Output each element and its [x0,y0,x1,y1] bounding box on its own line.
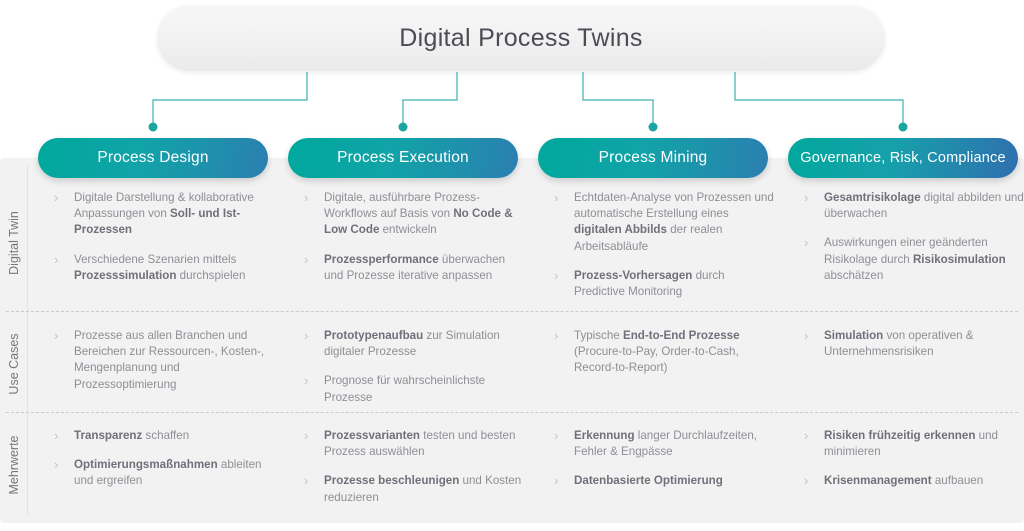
bullet-text: Gesamtrisikolage digital abbilden und üb… [824,191,1024,221]
bullet-item: › Auswirkungen einer geänderten Risikolag… [802,235,1024,284]
chevron-right-icon: › [54,328,59,343]
bullet-text: Echtdaten-Analyse von Prozessen und auto… [574,191,774,253]
bullet-item: › Gesamtrisikolage digital abbilden und ü… [802,190,1024,222]
connector-path-4 [734,72,904,126]
bullet-text: Risiken frühzeitig erkennen und minimier… [824,429,998,459]
chevron-right-icon: › [304,328,309,343]
row-label-mehrwerte: Mehrwerte [7,435,21,495]
matrix-panel: Digital Twin Use Cases Mehrwerte Process… [0,138,1024,523]
column-header-process-design[interactable]: Process Design [38,138,268,178]
bullet-text: Krisenmanagement aufbauen [824,474,984,488]
connector-dot-1 [148,122,158,132]
chevron-right-icon: › [54,457,59,473]
bullet-item: › Prozesse aus allen Branchen und Bereich… [52,328,274,393]
bullet-text: Prozesse aus allen Branchen und Bereiche… [74,329,265,391]
connector-path-2 [402,72,458,126]
bullet-text: Prognose für wahrscheinlichste Prozesse [324,374,486,404]
column-header-governance-risk-compliance[interactable]: Governance, Risk, Compliance [788,138,1018,178]
bullet-text: Prozesse beschleunigen und Kosten reduzi… [324,474,522,504]
bullet-text: Digitale, ausführbare Prozess-Workflows … [324,191,513,237]
bullet-item: › Echtdaten-Analyse von Prozessen und aut… [552,190,774,255]
chevron-right-icon: › [804,328,809,343]
bullet-text: Datenbasierte Optimierung [574,474,723,488]
chevron-right-icon: › [304,373,309,389]
chevron-right-icon: › [804,190,809,205]
bullet-text: Optimierungsmaßnahmen ableiten und ergre… [74,458,262,488]
bullet-text: Typische End-to-End Prozesse (Procure-to… [574,329,740,375]
bullet-item: › Prozessperformance überwachen und Proze… [302,252,524,284]
bullet-item: › Prototypenaufbau zur Simulation digital… [302,328,524,360]
chevron-right-icon: › [554,473,559,489]
bullet-item: › Prognose für wahrscheinlichste Prozesse [302,373,524,405]
bullet-item: › Verschiedene Szenarien mittels Prozesss… [52,252,274,284]
bullet-item: › Simulation von operativen & Unternehmen… [802,328,1024,360]
cell-col2-row0: › Echtdaten-Analyse von Prozessen und aut… [552,190,774,313]
connector-dot-2 [398,122,408,132]
cell-col3-row1: › Simulation von operativen & Unternehmen… [802,328,1024,373]
chevron-right-icon: › [304,428,309,443]
bullet-text: Prozess-Vorhersagen durch Predictive Mon… [574,268,725,299]
column-header-label: Process Execution [337,149,469,166]
chevron-right-icon: › [304,251,309,267]
chevron-right-icon: › [554,267,559,283]
chevron-right-icon: › [304,473,309,489]
cell-col0-row2: › Transparenz schaffen › Optimierungsmaßnah… [52,428,274,503]
column-header-label: Governance, Risk, Compliance [800,150,1006,166]
bullet-item: › Prozesse beschleunigen und Kosten reduz… [302,473,524,505]
cell-col0-row1: › Prozesse aus allen Branchen und Bereich… [52,328,274,406]
cell-col0-row0: › Digitale Darstellung & kollaborative An… [52,190,274,297]
cell-col1-row0: › Digitale, ausführbare Prozess-Workflows… [302,190,524,297]
bullet-item: › Optimierungsmaßnahmen ableiten und ergr… [52,457,274,489]
bullet-item: › Erkennung langer Durchlaufzeiten, Fehle… [552,428,774,460]
cell-col3-row0: › Gesamtrisikolage digital abbilden und ü… [802,190,1024,297]
connector-dot-3 [648,122,658,132]
bullet-text: Verschiedene Szenarien mittels Prozesssi… [74,252,246,282]
cell-col1-row2: › Prozessvarianten testen und besten Proz… [302,428,524,519]
chevron-right-icon: › [554,428,559,443]
bullet-item: › Digitale Darstellung & kollaborative An… [52,190,274,239]
chevron-right-icon: › [804,235,809,251]
bullet-item: › Datenbasierte Optimierung [552,473,774,489]
connector-lines [148,72,908,132]
connector-path-1 [152,72,308,126]
bullet-text: Transparenz schaffen [74,429,190,442]
bullet-item: › Typische End-to-End Prozesse (Procure-t… [552,328,774,377]
column-header-process-execution[interactable]: Process Execution [288,138,518,178]
bullet-item: › Digitale, ausführbare Prozess-Workflows… [302,190,524,239]
vertical-divider [27,166,28,515]
chevron-right-icon: › [54,428,59,443]
bullet-item: › Prozessvarianten testen und besten Proz… [302,428,524,460]
chevron-right-icon: › [554,328,559,343]
bullet-item: › Transparenz schaffen [52,428,274,444]
chevron-right-icon: › [54,190,59,205]
connector-path-3 [582,72,654,126]
chevron-right-icon: › [304,190,309,205]
row-label-use-cases: Use Cases [7,333,21,395]
bullet-text: Simulation von operativen & Unternehmens… [824,329,974,359]
column-header-process-mining[interactable]: Process Mining [538,138,768,178]
cell-col1-row1: › Prototypenaufbau zur Simulation digital… [302,328,524,419]
row-label-digital-twin: Digital Twin [7,211,21,275]
connector-dot-4 [898,122,908,132]
bullet-item: › Krisenmanagement aufbauen [802,473,1024,489]
cell-col2-row1: › Typische End-to-End Prozesse (Procure-t… [552,328,774,390]
chevron-right-icon: › [554,190,559,205]
column-header-label: Process Mining [598,149,708,166]
bullet-item: › Prozess-Vorhersagen durch Predictive Mo… [552,268,774,300]
bullet-text: Prozessperformance überwachen und Prozes… [324,252,506,282]
bullet-text: Prozessvarianten testen und besten Proze… [324,429,516,459]
chevron-right-icon: › [54,251,59,267]
chevron-right-icon: › [804,428,809,443]
cell-col3-row2: › Risiken frühzeitig erkennen und minimie… [802,428,1024,503]
cell-col2-row2: › Erkennung langer Durchlaufzeiten, Fehle… [552,428,774,503]
bullet-text: Digitale Darstellung & kollaborative Anp… [74,191,254,237]
column-header-label: Process Design [97,149,209,166]
bullet-text: Erkennung langer Durchlaufzeiten, Fehler… [574,429,758,459]
bullet-text: Auswirkungen einer geänderten Risikolage… [824,236,1006,282]
row-divider-1 [6,311,1018,312]
chevron-right-icon: › [804,473,809,489]
bullet-text: Prototypenaufbau zur Simulation digitale… [324,329,500,359]
bullet-item: › Risiken frühzeitig erkennen und minimie… [802,428,1024,460]
